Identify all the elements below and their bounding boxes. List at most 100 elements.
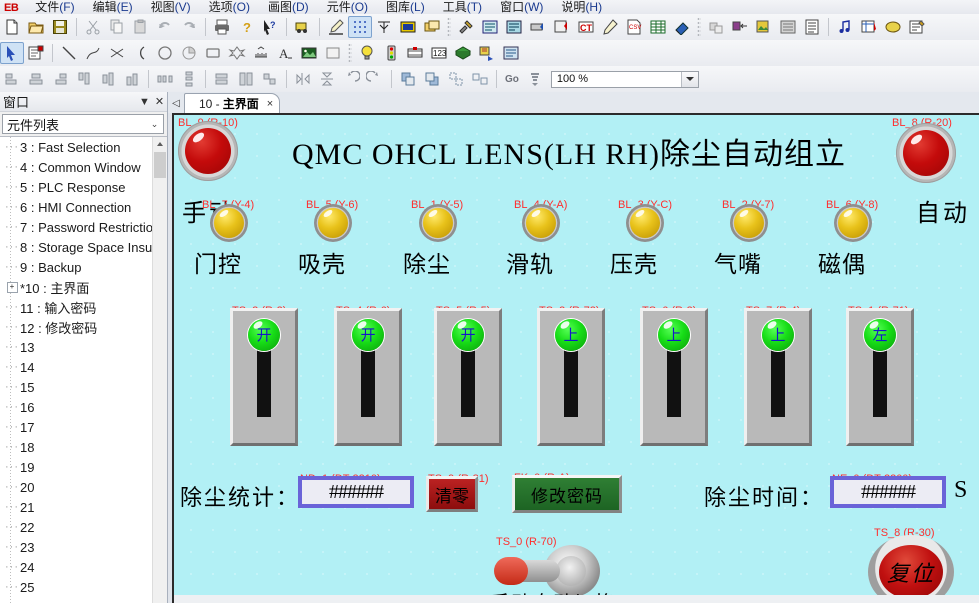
window-tree[interactable]: ··· 3 : Fast Selection ··· 4 : Common Windo…: [0, 136, 167, 603]
align-top-button[interactable]: [72, 68, 96, 90]
menu-item-options[interactable]: 选项(O): [200, 1, 259, 14]
scrollbar-thumb[interactable]: [154, 152, 166, 178]
window-stack-button[interactable]: [420, 16, 444, 38]
tree-item-24[interactable]: ··· 24: [0, 557, 153, 577]
pie-tool-button[interactable]: [177, 42, 201, 64]
menu-item-window[interactable]: 窗口(W): [491, 1, 552, 14]
count-field[interactable]: ######: [298, 476, 414, 508]
ungroup-objects-button[interactable]: [728, 16, 752, 38]
hmi-canvas[interactable]: BL_9 (R-10) BL_8 (R-20) QMC OHCL LENS(LH…: [174, 115, 979, 603]
tree-item-5[interactable]: ··· 5 : PLC Response: [0, 177, 153, 197]
align-middle-button[interactable]: [96, 68, 120, 90]
tree-item-9[interactable]: ··· 9 : Backup: [0, 257, 153, 277]
bit-lamp-3[interactable]: [522, 204, 560, 242]
text-edit-button[interactable]: [905, 16, 929, 38]
bit-lamp-button[interactable]: [355, 42, 379, 64]
picture-library-button[interactable]: [752, 16, 776, 38]
select-tool-button[interactable]: [0, 42, 24, 64]
bit-lamp-4[interactable]: [626, 204, 664, 242]
tree-item-10[interactable]: + *10 : 主界面: [0, 277, 153, 297]
tree-item-15[interactable]: ··· 15: [0, 377, 153, 397]
align-right-button[interactable]: [48, 68, 72, 90]
toggle-switch-1[interactable]: 开: [334, 308, 402, 446]
print-button[interactable]: [210, 16, 234, 38]
moving-shape-button[interactable]: [475, 42, 499, 64]
scroll-up-icon[interactable]: [153, 137, 167, 151]
pen-button[interactable]: [324, 16, 348, 38]
switch-knob[interactable]: 上: [658, 319, 690, 351]
flip-vertical-button[interactable]: [315, 68, 339, 90]
switch-knob[interactable]: 上: [762, 319, 794, 351]
tree-item-21[interactable]: ··· 21: [0, 497, 153, 517]
indirect-window-button[interactable]: [499, 42, 523, 64]
grid-toggle-button[interactable]: [348, 16, 372, 38]
ct-convert-button[interactable]: CT: [574, 16, 598, 38]
help-button[interactable]: ?: [234, 16, 258, 38]
toggle-switch-6[interactable]: 左: [846, 308, 914, 446]
menu-item-library[interactable]: 图库(L): [377, 1, 434, 14]
zoom-level-icon[interactable]: [523, 68, 547, 90]
tree-item-6[interactable]: ··· 6 : HMI Connection: [0, 197, 153, 217]
rotate-left-button[interactable]: [339, 68, 363, 90]
switch-knob[interactable]: 左: [864, 319, 896, 351]
ungroup-button[interactable]: [468, 68, 492, 90]
toggle-switch-5[interactable]: 上: [744, 308, 812, 446]
context-help-button[interactable]: ?: [258, 16, 282, 38]
tree-item-18[interactable]: ··· 18: [0, 437, 153, 457]
reset-button[interactable]: 复位: [868, 535, 954, 603]
same-width-button[interactable]: [210, 68, 234, 90]
bring-to-front-button[interactable]: [396, 68, 420, 90]
toggle-switch-0[interactable]: 开: [230, 308, 298, 446]
align-left-button[interactable]: [0, 68, 24, 90]
time-field[interactable]: ######: [830, 476, 946, 508]
line-tool-button[interactable]: [57, 42, 81, 64]
open-file-button[interactable]: [24, 16, 48, 38]
sound-library-button[interactable]: [833, 16, 857, 38]
switch-knob[interactable]: 开: [248, 319, 280, 351]
tree-item-17[interactable]: ··· 17: [0, 417, 153, 437]
send-to-back-button[interactable]: [420, 68, 444, 90]
switch-knob[interactable]: 开: [352, 319, 384, 351]
tree-item-20[interactable]: ··· 20: [0, 477, 153, 497]
bit-lamp-6[interactable]: [834, 204, 872, 242]
align-bottom-button[interactable]: [120, 68, 144, 90]
tree-item-14[interactable]: ··· 14: [0, 357, 153, 377]
polygon-tool-button[interactable]: [225, 42, 249, 64]
close-icon[interactable]: ✕: [152, 94, 167, 109]
toggle-switch-button[interactable]: [403, 42, 427, 64]
menu-item-edit[interactable]: 编辑(E): [84, 1, 142, 14]
indicator-lamp-right[interactable]: [896, 123, 956, 183]
menu-item-file[interactable]: 文件(F): [26, 1, 83, 14]
system-parameters-button[interactable]: [454, 16, 478, 38]
csv-export-button[interactable]: CSV: [622, 16, 646, 38]
group-objects-button[interactable]: [704, 16, 728, 38]
element-list-selector[interactable]: 元件列表 ⌄: [2, 114, 164, 134]
label-library-button[interactable]: [502, 16, 526, 38]
save-file-button[interactable]: [48, 16, 72, 38]
multi-state-lamp-button[interactable]: [379, 42, 403, 64]
close-icon[interactable]: ×: [267, 98, 273, 110]
recipe-records-button[interactable]: [800, 16, 824, 38]
tree-item-8[interactable]: ···8 : Storage Space Insufficient: [0, 237, 153, 257]
cut-button[interactable]: [81, 16, 105, 38]
switch-knob[interactable]: 上: [555, 319, 587, 351]
toggle-switch-3[interactable]: 上: [537, 308, 605, 446]
menu-item-draw[interactable]: 画图(D): [259, 1, 318, 14]
expand-toggle-icon[interactable]: +: [4, 281, 20, 293]
bit-lamp-2[interactable]: [419, 204, 457, 242]
paste-button[interactable]: [129, 16, 153, 38]
menu-item-tools[interactable]: 工具(T): [434, 1, 491, 14]
tree-scrollbar[interactable]: [152, 137, 167, 603]
undo-button[interactable]: [153, 16, 177, 38]
data-transfer-button[interactable]: [670, 16, 694, 38]
object-properties-button[interactable]: [24, 42, 48, 64]
bit-lamp-1[interactable]: [314, 204, 352, 242]
rectangle-tool-button[interactable]: [201, 42, 225, 64]
tree-item-11[interactable]: ··· 11 : 输入密码: [0, 297, 153, 317]
align-center-h-button[interactable]: [24, 68, 48, 90]
text-tool-button[interactable]: A: [273, 42, 297, 64]
tree-item-3[interactable]: ··· 3 : Fast Selection: [0, 137, 153, 157]
event-log-button[interactable]: [857, 16, 881, 38]
edit-object-button[interactable]: [598, 16, 622, 38]
flip-horizontal-button[interactable]: [291, 68, 315, 90]
